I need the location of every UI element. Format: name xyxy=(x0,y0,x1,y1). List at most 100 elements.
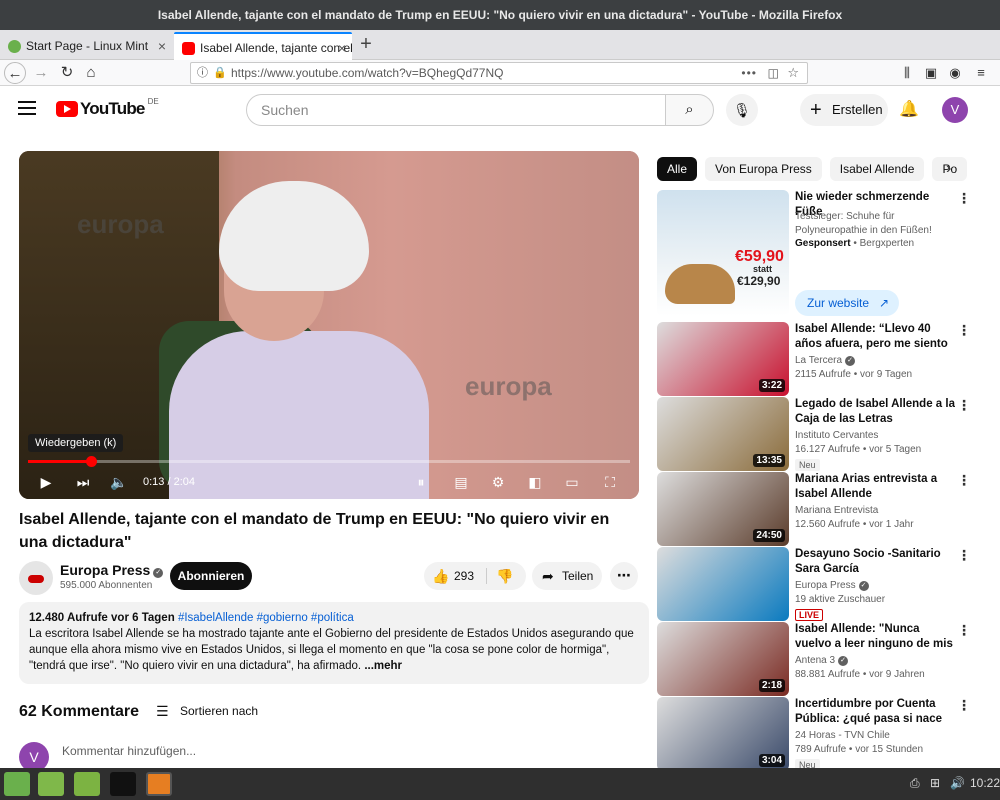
menu-icon[interactable]: ≡ xyxy=(970,62,992,84)
recommendation-channel[interactable]: Europa Press ✓ xyxy=(795,580,869,591)
hashtags[interactable]: #IsabelAllende #gobierno #política xyxy=(178,612,354,624)
channel-avatar[interactable] xyxy=(19,561,53,595)
recommendation-title[interactable]: Isabel Allende: “Llevo 40 años afuera, p… xyxy=(795,322,955,352)
recommendation-item[interactable]: 3:04 Incertidumbre por Cuenta Pública: ¿q… xyxy=(657,697,977,771)
recommendation-title[interactable]: Isabel Allende: "Nunca vuelvo a leer nin… xyxy=(795,622,955,652)
volume-icon[interactable]: 🔈 xyxy=(108,472,130,492)
recommendation-channel[interactable]: 24 Horas - TVN Chile xyxy=(795,730,890,741)
terminal-icon[interactable] xyxy=(110,772,136,796)
thumbs-up-icon[interactable]: 👍 xyxy=(432,562,449,590)
more-vert-icon[interactable]: ⋮ xyxy=(957,397,971,414)
plus-icon: + xyxy=(810,99,822,121)
firefox-icon[interactable] xyxy=(146,772,172,796)
more-vert-icon[interactable]: ⋮ xyxy=(957,697,971,714)
account-icon[interactable]: ◉ xyxy=(944,62,966,84)
ad-thumbnail[interactable]: €59,90 statt €129,90 xyxy=(657,190,789,316)
video-duration: 3:04 xyxy=(758,754,785,767)
more-vert-icon[interactable]: ⋮ xyxy=(957,472,971,489)
tab-start-page[interactable]: Start Page - Linux Mint × xyxy=(0,32,172,60)
url-bar[interactable]: ⓘ 🔒 https://www.youtube.com/watch?v=BQhe… xyxy=(190,62,808,84)
recommendation-thumbnail[interactable] xyxy=(657,547,789,621)
recommendation-item[interactable]: 24:50 Mariana Arias entrevista a Isabel A… xyxy=(657,472,977,546)
fullscreen-icon[interactable]: ⛶ xyxy=(599,472,621,492)
youtube-logo[interactable]: YouTube DE xyxy=(56,97,159,119)
show-desktop-icon[interactable] xyxy=(38,772,64,796)
more-vert-icon[interactable]: ⋮ xyxy=(957,622,971,639)
subtitles-icon[interactable]: ▤ xyxy=(450,472,472,492)
ad-website-button[interactable]: Zur website ↗ xyxy=(795,290,900,316)
close-tab-icon[interactable]: × xyxy=(158,32,166,60)
settings-gear-icon[interactable]: ⚙ xyxy=(487,472,509,492)
thumbs-down-icon[interactable]: 👎 xyxy=(496,562,513,590)
search-button[interactable]: ⌕ xyxy=(665,94,714,126)
forward-button[interactable]: → xyxy=(30,62,52,84)
next-button[interactable]: ⏭ xyxy=(72,472,94,492)
mint-menu-icon[interactable] xyxy=(4,772,30,796)
chip-all[interactable]: Alle xyxy=(657,157,698,181)
network-icon[interactable]: ⊞ xyxy=(930,776,940,790)
comment-input[interactable]: Kommentar hinzufügen... xyxy=(62,743,642,759)
video-description[interactable]: 12.480 Aufrufe vor 6 Tagen #IsabelAllend… xyxy=(19,602,649,684)
share-button[interactable]: ➦ Teilen xyxy=(532,562,602,590)
recommendation-thumbnail[interactable]: 3:04 xyxy=(657,697,789,771)
channel-name[interactable]: Europa Press ✓ xyxy=(60,562,164,578)
recommendation-channel[interactable]: Mariana Entrevista xyxy=(795,505,878,516)
sort-button[interactable]: ☰ Sortieren nach xyxy=(156,702,258,720)
recommendation-thumbnail[interactable]: 24:50 xyxy=(657,472,789,546)
tab-youtube-video[interactable]: Isabel Allende, tajante con el × xyxy=(174,32,352,60)
close-tab-icon[interactable]: × xyxy=(338,34,346,60)
recommendation-title[interactable]: Incertidumbre por Cuenta Pública: ¿qué p… xyxy=(795,697,955,727)
lock-icon[interactable]: 🔒 xyxy=(213,63,227,83)
ad-statt: statt xyxy=(753,264,773,274)
like-count[interactable]: 293 xyxy=(454,562,474,590)
recommendation-item[interactable]: Desayuno Socio -Sanitario Sara García Es… xyxy=(657,547,977,621)
chip-channel[interactable]: Von Europa Press xyxy=(705,157,822,181)
recommendation-item[interactable]: 3:22 Isabel Allende: “Llevo 40 años afuer… xyxy=(657,322,977,396)
printer-icon[interactable]: ⎙ xyxy=(910,776,920,791)
recommendation-thumbnail[interactable]: 13:35 xyxy=(657,397,789,471)
voice-search-button[interactable]: 🎙 xyxy=(726,94,758,126)
page-actions-icon[interactable]: ••• xyxy=(741,63,757,83)
chevron-right-icon[interactable]: › xyxy=(946,160,951,178)
subscribe-button[interactable]: Abonnieren xyxy=(170,562,252,590)
recommendation-channel[interactable]: Instituto Cervantes xyxy=(795,430,878,441)
window-title: Isabel Allende, tajante con el mandato d… xyxy=(0,0,1000,30)
create-button[interactable]: + Erstellen xyxy=(800,94,888,126)
more-vert-icon[interactable]: ⋮ xyxy=(957,547,971,564)
recommendation-title[interactable]: Mariana Arias entrevista a Isabel Allend… xyxy=(795,472,955,502)
recommendation-channel[interactable]: Antena 3 ✓ xyxy=(795,655,849,666)
miniplayer-icon[interactable]: ◧ xyxy=(524,472,546,492)
recommendation-title[interactable]: Desayuno Socio -Sanitario Sara García Es… xyxy=(795,547,955,577)
info-icon[interactable]: ⓘ xyxy=(197,63,208,83)
sponsored-ad[interactable]: €59,90 statt €129,90 Nie wieder schmerze… xyxy=(657,190,977,320)
recommendation-item[interactable]: 2:18 Isabel Allende: "Nunca vuelvo a leer… xyxy=(657,622,977,696)
more-vert-icon[interactable]: ⋮ xyxy=(957,190,971,207)
show-more-link[interactable]: ...mehr xyxy=(364,660,402,672)
theater-mode-icon[interactable]: ▭ xyxy=(561,472,583,492)
sidebar-icon[interactable]: ▣ xyxy=(920,62,942,84)
library-icon[interactable]: ⫼ xyxy=(896,62,918,84)
recommendation-thumbnail[interactable]: 3:22 xyxy=(657,322,789,396)
back-button[interactable]: ← xyxy=(4,62,26,84)
pocket-icon[interactable]: ◫ xyxy=(768,63,779,83)
autoplay-toggle[interactable]: ⏸ xyxy=(408,472,434,492)
files-icon[interactable] xyxy=(74,772,100,796)
chip-topic[interactable]: Isabel Allende xyxy=(829,157,925,181)
more-actions-button[interactable]: ⋯ xyxy=(610,562,638,590)
more-vert-icon[interactable]: ⋮ xyxy=(957,322,971,339)
account-avatar[interactable]: V xyxy=(942,97,968,123)
notifications-bell-icon[interactable]: 🔔 xyxy=(898,99,920,119)
search-input[interactable]: Suchen xyxy=(246,94,666,126)
reload-button[interactable]: ↻ xyxy=(56,62,78,84)
progress-bar[interactable] xyxy=(28,456,630,467)
recommendation-thumbnail[interactable]: 2:18 xyxy=(657,622,789,696)
recommendation-channel[interactable]: La Tercera ✓ xyxy=(795,355,856,366)
recommendation-item[interactable]: 13:35 Legado de Isabel Allende a la Caja … xyxy=(657,397,977,471)
volume-tray-icon[interactable]: 🔊 xyxy=(950,776,965,790)
hamburger-menu-icon[interactable] xyxy=(18,101,36,115)
play-button[interactable]: ▶ xyxy=(36,472,56,492)
recommendation-title[interactable]: Legado de Isabel Allende a la Caja de la… xyxy=(795,397,955,427)
bookmark-star-icon[interactable]: ☆ xyxy=(787,63,799,83)
home-button[interactable]: ⌂ xyxy=(80,62,102,84)
new-tab-button[interactable]: + xyxy=(356,31,376,57)
